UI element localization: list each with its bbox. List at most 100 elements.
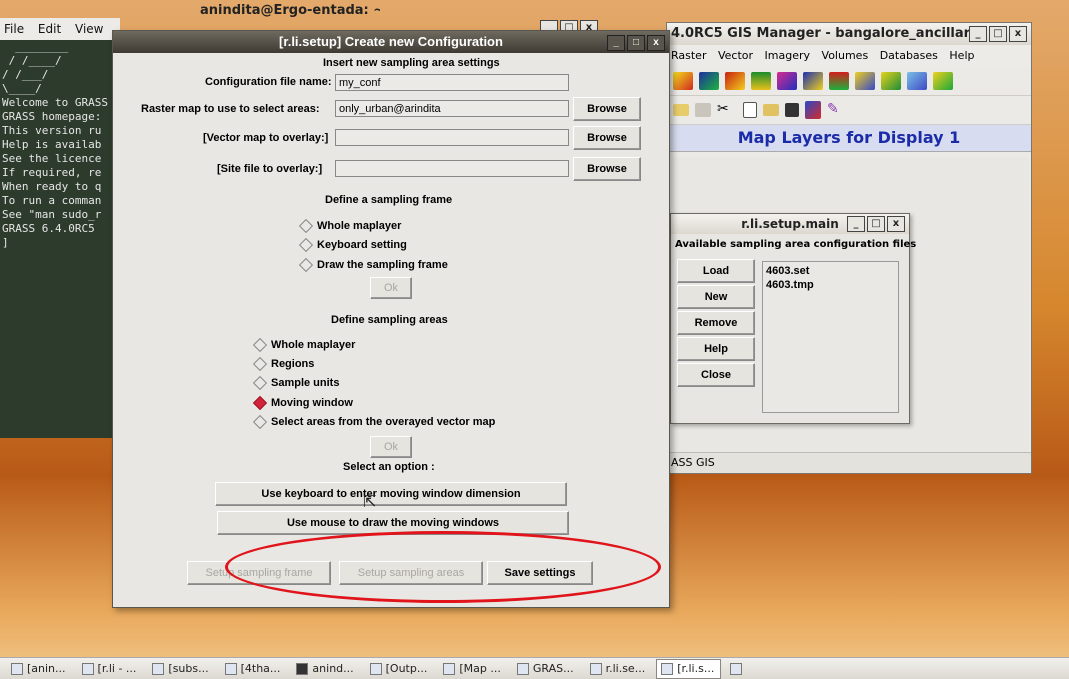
window-icon	[730, 662, 743, 675]
frame-ok-button[interactable]: Ok	[370, 277, 412, 299]
minimize-icon[interactable]: _	[607, 35, 625, 51]
vector-map-field[interactable]	[335, 129, 569, 146]
menu-edit[interactable]: Edit	[38, 22, 61, 36]
menu-raster[interactable]: Raster	[671, 49, 706, 62]
menu-help[interactable]: Help	[949, 49, 974, 62]
terminal-line: GRASS 6.4.0RC5	[2, 222, 95, 235]
taskbar-item[interactable]: [Map ...	[438, 659, 508, 679]
area-vector-select-radio[interactable]: Select areas from the overayed vector ma…	[252, 414, 495, 430]
taskbar-item[interactable]: [subs...	[147, 659, 215, 679]
area-whole-maplayer-radio[interactable]: Whole maplayer	[252, 337, 355, 353]
minimize-icon[interactable]: _	[847, 216, 865, 232]
menu-view[interactable]: View	[75, 22, 103, 36]
window-icon	[516, 662, 529, 675]
menu-imagery[interactable]: Imagery	[765, 49, 810, 62]
raster-map-field[interactable]: only_urban@arindita	[335, 100, 569, 117]
dialog-titlebar[interactable]: [r.li.setup] Create new Configuration _ …	[113, 31, 669, 53]
legend-icon[interactable]	[751, 72, 771, 90]
menu-vector[interactable]: Vector	[718, 49, 753, 62]
terminal-title: anindita@Ergo-entada: ~	[200, 3, 380, 18]
maximize-icon[interactable]: □	[627, 35, 645, 51]
minimize-icon[interactable]: _	[969, 26, 987, 42]
cut-icon[interactable]: ✂	[717, 101, 737, 119]
frame-draw-radio[interactable]: Draw the sampling frame	[298, 257, 448, 273]
terminal-line: To run a comman	[2, 194, 102, 207]
window-icon	[11, 662, 23, 675]
postscript-icon[interactable]	[907, 72, 927, 90]
radio-icon	[252, 375, 268, 391]
terminal-window[interactable]: File Edit View ________ / /____// /___/\…	[0, 18, 120, 438]
terminal-output: ________ / /____// /___/\____/Welcome to…	[0, 40, 120, 250]
vector-add-icon[interactable]	[777, 72, 797, 90]
text-icon[interactable]	[881, 72, 901, 90]
taskbar-item[interactable]: GRAS...	[512, 659, 581, 679]
copy-icon[interactable]	[695, 103, 711, 117]
window-icon	[224, 662, 237, 675]
remove-button[interactable]: Remove	[677, 311, 755, 335]
gis-titlebar[interactable]: 4.0RC5 GIS Manager - bangalore_ancillar …	[667, 23, 1031, 45]
menu-volumes[interactable]: Volumes	[822, 49, 869, 62]
list-item[interactable]: 4603.set	[763, 264, 898, 278]
browse-site-button[interactable]: Browse	[573, 157, 641, 181]
new-button[interactable]: New	[677, 285, 755, 309]
taskbar-item[interactable]: [Outp...	[365, 659, 435, 679]
areas-ok-button[interactable]: Ok	[370, 436, 412, 458]
new-file-icon[interactable]	[743, 102, 757, 118]
taskbar: [anin... [r.li - ... [subs... [4tha... a…	[0, 657, 1069, 679]
ps-text-icon[interactable]	[933, 72, 953, 90]
area-regions-radio[interactable]: Regions	[252, 356, 314, 372]
frame-keyboard-radio[interactable]: Keyboard setting	[298, 237, 407, 253]
browse-vector-button[interactable]: Browse	[573, 126, 641, 150]
maximize-icon[interactable]: □	[867, 216, 885, 232]
raster-shaded-icon[interactable]	[725, 72, 745, 90]
setup-main-window[interactable]: r.li.setup.main _ □ x Available sampling…	[670, 213, 916, 424]
terminal-titlebar[interactable]: anindita@Ergo-entada: ~	[120, 0, 380, 22]
grid-icon[interactable]	[855, 72, 875, 90]
digitize-icon[interactable]	[805, 101, 821, 119]
thematic-icon[interactable]	[803, 72, 823, 90]
taskbar-item[interactable]: [anin...	[6, 659, 73, 679]
raster-rgb-icon[interactable]	[699, 72, 719, 90]
config-files-list[interactable]: 4603.set 4603.tmp	[762, 261, 899, 413]
close-button[interactable]: Close	[677, 363, 755, 387]
radio-selected-icon	[252, 395, 268, 411]
save-icon[interactable]	[785, 103, 799, 117]
maximize-icon[interactable]: □	[989, 26, 1007, 42]
radio-icon	[298, 257, 314, 273]
taskbar-item[interactable]: [r.li - ...	[77, 659, 144, 679]
open-file-icon[interactable]	[763, 104, 779, 116]
close-icon[interactable]: x	[1009, 26, 1027, 42]
area-sample-units-radio[interactable]: Sample units	[252, 375, 339, 391]
raster-add-icon[interactable]	[673, 72, 693, 90]
taskbar-item[interactable]	[725, 659, 753, 679]
taskbar-item[interactable]: [4tha...	[220, 659, 288, 679]
frame-whole-maplayer-radio[interactable]: Whole maplayer	[298, 218, 401, 234]
menu-databases[interactable]: Databases	[880, 49, 938, 62]
create-configuration-dialog[interactable]: [r.li.setup] Create new Configuration _ …	[112, 30, 670, 608]
close-icon[interactable]: x	[887, 216, 905, 232]
use-keyboard-button[interactable]: Use keyboard to enter moving window dime…	[215, 482, 567, 506]
chart-icon[interactable]	[829, 72, 849, 90]
taskbar-item-active[interactable]: [r.li.s...	[656, 658, 722, 679]
list-item[interactable]: 4603.tmp	[763, 278, 898, 292]
gis-statusbar: ASS GIS	[667, 452, 1031, 473]
window-icon	[152, 662, 165, 675]
help-button[interactable]: Help	[677, 337, 755, 361]
terminal-menubar: File Edit View	[0, 18, 120, 40]
site-file-field[interactable]	[335, 160, 569, 177]
config-name-field[interactable]: my_conf	[335, 74, 569, 91]
area-moving-window-radio[interactable]: Moving window	[252, 395, 353, 411]
window-icon	[296, 662, 309, 675]
browse-raster-button[interactable]: Browse	[573, 97, 641, 121]
menu-file[interactable]: File	[4, 22, 24, 36]
close-icon[interactable]: x	[647, 35, 665, 51]
radio-icon	[252, 414, 268, 430]
folder-icon[interactable]	[673, 104, 689, 116]
pencil-icon[interactable]: ✎	[827, 101, 847, 119]
setup-main-titlebar[interactable]: r.li.setup.main _ □ x	[671, 214, 909, 234]
load-button[interactable]: Load	[677, 259, 755, 283]
areas-section-title: Define sampling areas	[331, 314, 448, 326]
setup-main-title: r.li.setup.main	[741, 217, 839, 231]
taskbar-item[interactable]: r.li.se...	[585, 659, 653, 679]
taskbar-item[interactable]: anind...	[291, 659, 360, 679]
